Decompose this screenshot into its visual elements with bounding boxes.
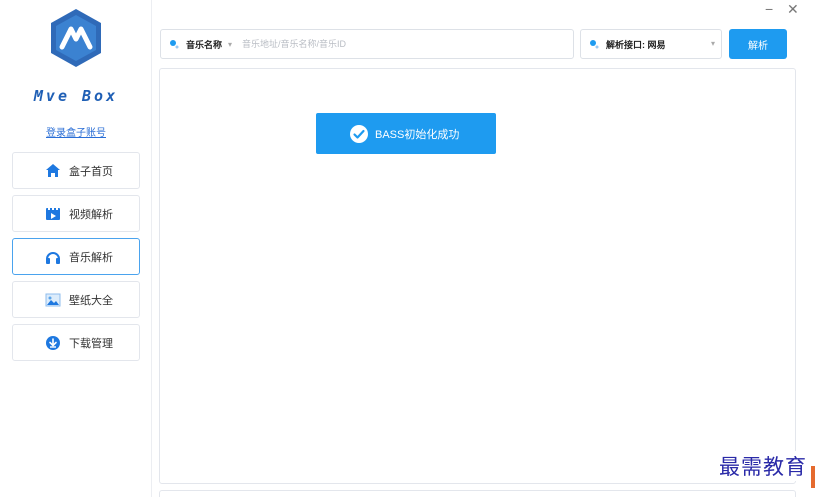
home-icon	[44, 162, 61, 179]
download-icon	[44, 334, 61, 351]
sidebar-item-label: 下载管理	[69, 337, 113, 350]
sidebar-item-label: 视频解析	[69, 208, 113, 221]
sidebar-item-label: 盒子首页	[69, 165, 113, 178]
sidebar-item-video[interactable]: 视频解析	[12, 195, 140, 232]
search-input[interactable]	[242, 39, 543, 49]
success-toast: BASS初始化成功	[316, 113, 496, 154]
search-bar: 音乐名称 ▾	[160, 29, 574, 59]
sidebar-item-label: 音乐解析	[69, 251, 113, 264]
sidebar-item-label: 壁纸大全	[69, 294, 113, 307]
video-icon	[44, 205, 61, 222]
location-dot-icon	[589, 39, 599, 49]
sidebar-item-wallpaper[interactable]: 壁纸大全	[12, 281, 140, 318]
location-dot-icon	[169, 39, 179, 49]
brand-name: Mve Box	[33, 87, 119, 105]
chevron-down-icon[interactable]: ▾	[228, 40, 232, 49]
sidebar-item-download[interactable]: 下载管理	[12, 324, 140, 361]
api-select[interactable]: 解析接口: 网易 ▾	[580, 29, 722, 59]
api-select-label: 解析接口: 网易	[606, 39, 666, 50]
minimize-button[interactable]: −	[765, 2, 773, 16]
search-type-select[interactable]: 音乐名称	[186, 38, 222, 51]
login-link[interactable]: 登录盒子账号	[0, 124, 152, 139]
headphones-icon	[44, 248, 61, 265]
watermark: 最需教育	[717, 451, 809, 481]
app-logo	[45, 7, 107, 69]
toast-message: BASS初始化成功	[375, 128, 460, 141]
chevron-down-icon[interactable]: ▾	[711, 39, 715, 48]
check-circle-icon	[349, 124, 369, 144]
sidebar-item-home[interactable]: 盒子首页	[12, 152, 140, 189]
sidebar: Mve Box 登录盒子账号 盒子首页 视频解析 音乐解析 壁纸大全 下载管理	[0, 0, 152, 497]
image-icon	[44, 291, 61, 308]
close-button[interactable]: ✕	[787, 2, 799, 16]
bottom-panel	[159, 490, 796, 497]
sidebar-item-music[interactable]: 音乐解析	[12, 238, 140, 275]
edge-marker	[811, 466, 815, 488]
parse-button[interactable]: 解析	[729, 29, 787, 59]
